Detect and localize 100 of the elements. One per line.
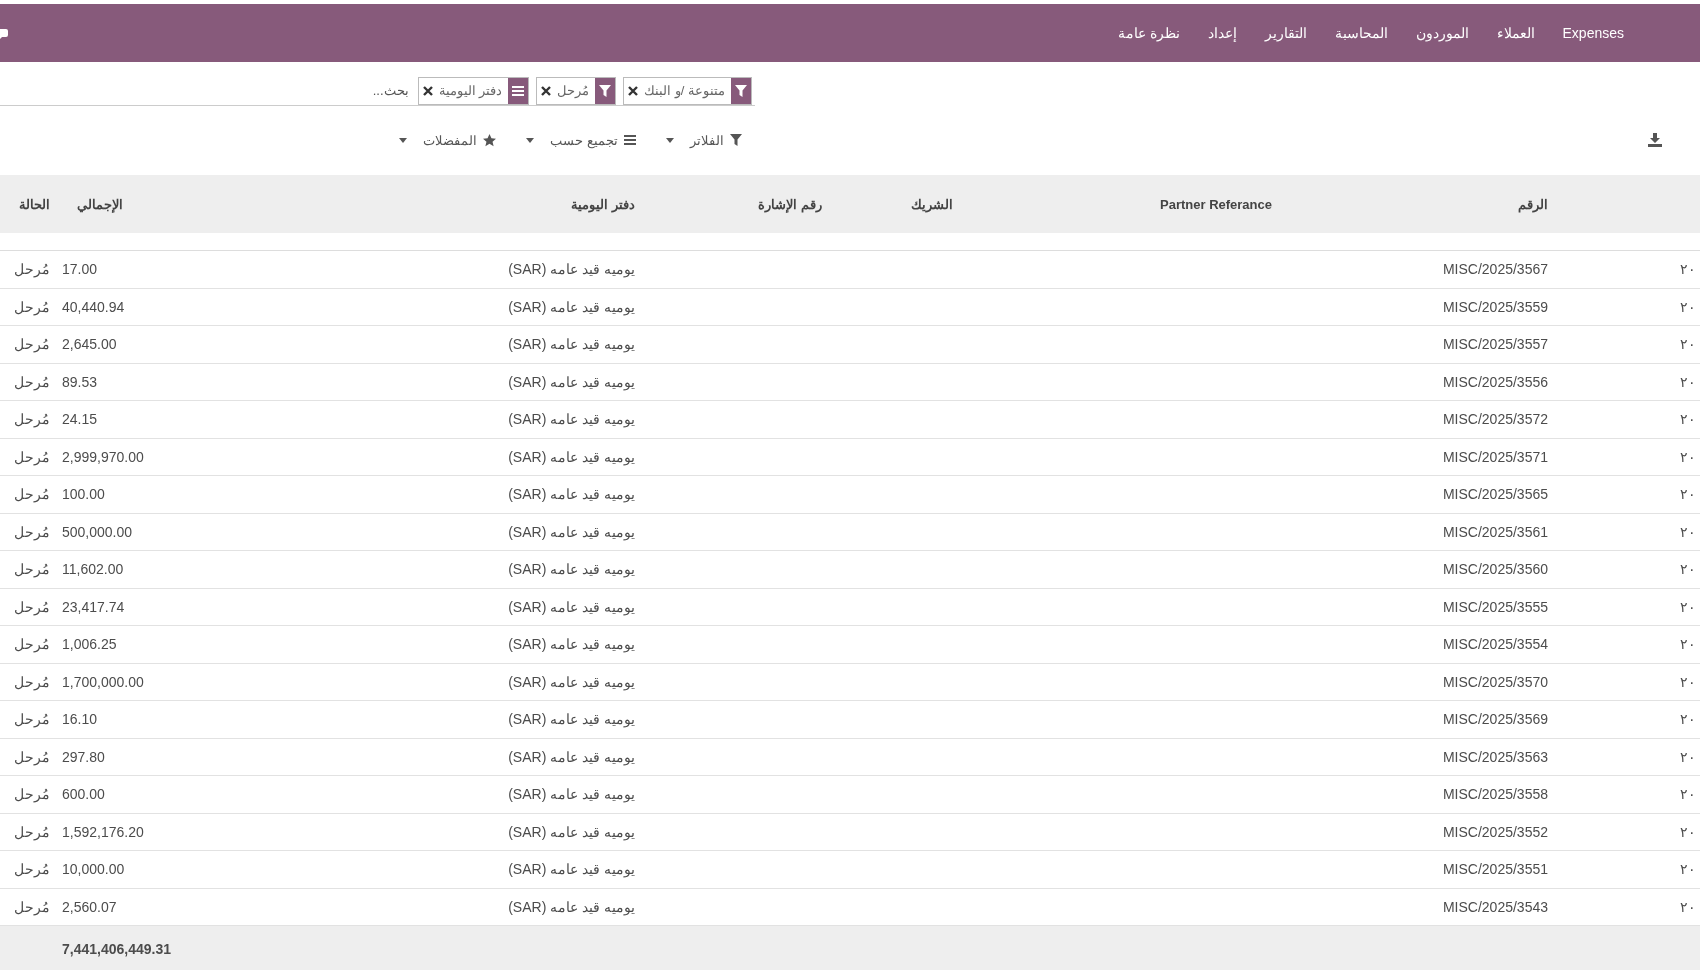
search-input[interactable]: بحث... [0, 82, 411, 99]
column-header[interactable]: الرقم [1518, 196, 1548, 212]
table-cell: يوميه قيد عامه (SAR) [508, 336, 635, 353]
table-cell: مُرحل [14, 561, 50, 578]
table-cell: 600.00 [62, 786, 105, 803]
column-header[interactable]: Partner Referance [1160, 196, 1272, 212]
table-cell: مُرحل [14, 673, 50, 690]
table-cell: مُرحل [14, 748, 50, 765]
table-cell: 10,000.00 [62, 861, 125, 878]
table-cell: ٢٠ [1680, 786, 1696, 803]
filter-tag[interactable]: مُرحل [536, 76, 617, 105]
table-cell: مُرحل [14, 448, 50, 465]
table-cell: ٢٠ [1680, 486, 1696, 503]
table-cell: مُرحل [14, 898, 50, 915]
table-cell: مُرحل [14, 261, 50, 278]
column-header[interactable]: رقم الإشارة [758, 196, 822, 212]
table-cell: MISC/2025/3556 [1442, 373, 1548, 390]
table-cell: ٢٠ [1680, 598, 1696, 615]
filter-tag-label: متنوعة /و البنك [644, 83, 725, 98]
table-cell: 500,000.00 [62, 523, 133, 540]
dropdown-button[interactable]: المفضلات [399, 132, 497, 148]
table-cell: ٢٠ [1680, 373, 1696, 390]
table-cell: يوميه قيد عامه (SAR) [508, 448, 635, 465]
dropdown-button[interactable]: تجميع حسب [526, 132, 636, 148]
table-cell: ٢٠ [1680, 823, 1696, 840]
total-amount: 7,441,406,449.31 [61, 940, 171, 957]
table-cell: يوميه قيد عامه (SAR) [508, 298, 635, 315]
table-cell: MISC/2025/3571 [1442, 448, 1548, 465]
column-header[interactable]: الحالة [19, 196, 50, 212]
table-cell: MISC/2025/3570 [1442, 673, 1548, 690]
table-cell: ٢٠ [1680, 298, 1696, 315]
close-icon[interactable] [628, 83, 639, 98]
table-cell: MISC/2025/3551 [1442, 861, 1548, 878]
filter-icon [595, 77, 616, 104]
table-cell: مُرحل [14, 486, 50, 503]
table-cell: 1,006.25 [62, 636, 117, 653]
table-cell: 16.10 [62, 711, 98, 728]
column-header[interactable]: الإجمالي [77, 196, 123, 212]
table-cell: يوميه قيد عامه (SAR) [508, 411, 635, 428]
table-cell: مُرحل [14, 861, 50, 878]
filter-icon [731, 77, 751, 104]
menu-item[interactable]: التقارير [1264, 25, 1307, 41]
table-cell: مُرحل [14, 411, 50, 428]
table-cell: MISC/2025/3569 [1442, 711, 1548, 728]
menu-item[interactable]: الموردون [1415, 25, 1469, 41]
table-cell: ٢٠ [1680, 411, 1696, 428]
filter-icon [730, 134, 742, 146]
table-cell: ٢٠ [1680, 448, 1696, 465]
table-cell: 2,560.07 [62, 898, 117, 915]
table-cell: MISC/2025/3558 [1442, 786, 1548, 803]
dropdown-button[interactable]: الفلاتر [666, 132, 742, 148]
menu-item[interactable]: العملاء [1496, 25, 1535, 41]
table-cell: MISC/2025/3543 [1442, 898, 1548, 915]
caret-icon [526, 137, 535, 143]
close-icon[interactable] [541, 83, 552, 98]
table-cell: MISC/2025/3560 [1442, 561, 1548, 578]
table-cell: MISC/2025/3565 [1442, 486, 1548, 503]
list-icon [624, 134, 636, 146]
table-cell: مُرحل [14, 636, 50, 653]
table-cell: مُرحل [14, 373, 50, 390]
table-cell: MISC/2025/3567 [1442, 261, 1548, 278]
menu-item[interactable]: إعداد [1207, 25, 1237, 41]
table-cell: 1,700,000.00 [62, 673, 144, 690]
table-cell: 89.53 [62, 373, 98, 390]
table-cell: مُرحل [14, 523, 50, 540]
column-header[interactable]: الشريك [911, 196, 953, 212]
table-cell: ٢٠ [1680, 523, 1696, 540]
table-cell: 1,592,176.20 [62, 823, 144, 840]
table-cell: يوميه قيد عامه (SAR) [508, 486, 635, 503]
table-cell: مُرحل [14, 711, 50, 728]
table-cell: 23,417.74 [62, 598, 125, 615]
table-cell: MISC/2025/3559 [1442, 298, 1548, 315]
close-icon[interactable] [422, 83, 433, 98]
filter-tag[interactable]: دفتر اليومية [417, 76, 530, 105]
table-cell: MISC/2025/3552 [1442, 823, 1548, 840]
table-cell: ٢٠ [1680, 561, 1696, 578]
table-cell: 297.80 [62, 748, 105, 765]
chat-icon[interactable] [0, 28, 8, 40]
menu-item[interactable]: نظرة عامة [1117, 25, 1180, 41]
table-cell: يوميه قيد عامه (SAR) [508, 898, 635, 915]
table-cell: مُرحل [14, 823, 50, 840]
table-cell: يوميه قيد عامه (SAR) [508, 748, 635, 765]
table-cell: ٢٠ [1680, 861, 1696, 878]
column-header[interactable]: دفتر اليومية [571, 196, 635, 212]
menu-item[interactable]: Expenses [1562, 25, 1624, 41]
table-cell: ٢٠ [1680, 673, 1696, 690]
table-cell: ٢٠ [1680, 636, 1696, 653]
table-cell: يوميه قيد عامه (SAR) [508, 561, 635, 578]
table-cell: MISC/2025/3555 [1442, 598, 1548, 615]
table-cell: مُرحل [14, 598, 50, 615]
table-cell: 24.15 [62, 411, 98, 428]
menu-item[interactable]: المحاسبة [1334, 25, 1388, 41]
table-cell: MISC/2025/3554 [1442, 636, 1548, 653]
caret-icon [666, 137, 674, 143]
table-cell: ٢٠ [1680, 261, 1696, 278]
table-cell: ٢٠ [1680, 748, 1696, 765]
download-icon[interactable] [1648, 133, 1662, 147]
search-field[interactable]: متنوعة /و البنك مُرحل دفتر اليومية بحث... [0, 78, 755, 106]
table-cell: 11,602.00 [62, 561, 124, 578]
filter-tag[interactable]: متنوعة /و البنك [623, 76, 752, 105]
